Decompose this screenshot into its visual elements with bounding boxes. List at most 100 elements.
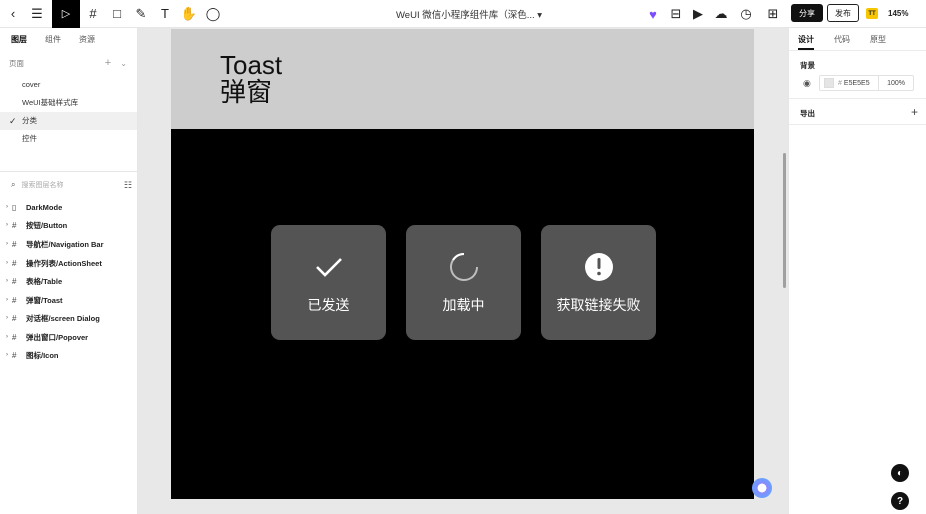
- tab-components[interactable]: 组件: [45, 34, 61, 45]
- share-button[interactable]: 分享: [791, 4, 823, 22]
- toast-error[interactable]: 获取链接失败: [541, 225, 656, 340]
- expand-arrow-icon[interactable]: ›: [0, 241, 12, 247]
- play-icon[interactable]: ▶: [687, 3, 709, 25]
- check-icon: ✓: [9, 116, 17, 126]
- warning-icon: [584, 251, 614, 283]
- tab-code[interactable]: 代码: [834, 34, 850, 45]
- layer-item[interactable]: › # 导航栏/Navigation Bar: [0, 235, 138, 253]
- expand-arrow-icon[interactable]: ›: [0, 315, 12, 321]
- history-icon[interactable]: ◷: [735, 3, 757, 25]
- tab-design[interactable]: 设计: [798, 34, 814, 50]
- layer-item[interactable]: › ▯ DarkMode: [0, 198, 138, 216]
- eye-icon[interactable]: ◉: [803, 78, 811, 89]
- left-panel: 图层 组件 资源 页面 + ⌄ cover WeUI基础样式库 ✓ 分类 控件 ⌕…: [0, 28, 138, 514]
- check-icon: [314, 251, 344, 283]
- frame-icon: #: [12, 239, 17, 249]
- frame-icon: #: [12, 295, 17, 305]
- layer-item[interactable]: › # 弹出窗口/Popover: [0, 328, 138, 346]
- layer-item[interactable]: › # 弹窗/Toast: [0, 291, 138, 309]
- add-export-icon[interactable]: +: [911, 105, 918, 119]
- toast-label: 获取链接失败: [556, 298, 641, 314]
- layer-item[interactable]: › # 图标/Icon: [0, 346, 138, 364]
- frame-icon: #: [12, 220, 17, 230]
- frame-icon: #: [12, 350, 17, 360]
- tab-layers[interactable]: 图层: [11, 34, 27, 45]
- right-tabs: 设计 代码 原型: [789, 28, 926, 50]
- frame-heading-zh: 弹窗: [220, 78, 273, 108]
- divider: [789, 98, 926, 99]
- loading-spinner-icon: [448, 251, 480, 283]
- user-badge[interactable]: TT: [866, 8, 878, 19]
- expand-arrow-icon[interactable]: ›: [0, 297, 12, 303]
- move-tool-icon[interactable]: ▷: [52, 0, 80, 28]
- document-title[interactable]: WeUI 微信小程序组件库（深色... ▾: [396, 7, 542, 21]
- hand-tool-icon[interactable]: ✋: [178, 3, 200, 25]
- layer-item[interactable]: › # 表格/Table: [0, 272, 138, 290]
- frame-tool-icon[interactable]: #: [82, 3, 104, 25]
- upload-icon[interactable]: ☁: [710, 3, 732, 25]
- frame-heading-en: Toast: [220, 50, 283, 80]
- tab-prototype[interactable]: 原型: [870, 34, 886, 45]
- text-tool-icon[interactable]: T: [154, 3, 176, 25]
- canvas[interactable]: Toast 弹窗 已发送 加载中 获取链接失败: [139, 28, 788, 514]
- pen-tool-icon[interactable]: ✎: [130, 3, 152, 25]
- theme-toggle-icon[interactable]: ◐: [891, 464, 909, 482]
- expand-arrow-icon[interactable]: ›: [0, 334, 12, 340]
- expand-arrow-icon[interactable]: ›: [0, 278, 12, 284]
- zoom-level[interactable]: 145%: [888, 9, 908, 18]
- search-icon: ⌕: [11, 180, 16, 189]
- frame-icon: #: [12, 276, 17, 286]
- divider: [0, 171, 138, 172]
- divider: [789, 50, 926, 51]
- expand-arrow-icon[interactable]: ›: [0, 260, 12, 266]
- left-tabs: 图层 组件 资源: [0, 28, 137, 50]
- frame-icon: #: [12, 313, 17, 323]
- layer-item[interactable]: › # 对话框/screen Dialog: [0, 309, 138, 327]
- library-icon[interactable]: ⊟: [665, 3, 687, 25]
- expand-arrow-icon[interactable]: ›: [0, 352, 12, 358]
- plugin-icon[interactable]: ♥: [642, 3, 664, 25]
- layer-search-input[interactable]: ⌕ 搜索图层名称 ☷: [0, 176, 138, 194]
- page-item[interactable]: WeUI基础样式库: [0, 94, 137, 112]
- pages-header: 页面 + ⌄: [0, 54, 137, 72]
- vertical-scrollbar[interactable]: [783, 153, 786, 288]
- divider: [789, 124, 926, 125]
- bg-opacity[interactable]: 100%: [878, 76, 913, 90]
- toast-loading[interactable]: 加载中: [406, 225, 521, 340]
- rectangle-tool-icon[interactable]: □: [106, 3, 128, 25]
- expand-arrow-icon[interactable]: ›: [0, 204, 12, 210]
- layer-item[interactable]: › # 按钮/Button: [0, 216, 138, 234]
- background-color-field[interactable]: # E5E5E5 100%: [819, 75, 914, 91]
- page-item[interactable]: cover: [0, 76, 137, 94]
- frame-header: Toast 弹窗: [171, 29, 754, 129]
- filter-icon[interactable]: ☷: [124, 180, 132, 191]
- toast-success[interactable]: 已发送: [271, 225, 386, 340]
- layer-item[interactable]: › # 操作列表/ActionSheet: [0, 254, 138, 272]
- bg-hex[interactable]: E5E5E5: [844, 80, 870, 87]
- help-icon[interactable]: ?: [891, 492, 909, 510]
- toast-label: 已发送: [307, 298, 350, 314]
- export-label: 导出: [800, 109, 815, 118]
- back-icon[interactable]: ‹: [2, 3, 24, 25]
- collapse-icon[interactable]: ⌄: [120, 59, 127, 68]
- publish-button[interactable]: 发布: [827, 4, 859, 22]
- layout-icon[interactable]: ⊞: [762, 3, 784, 25]
- toolbar: ‹ ☰ ▷ # □ ✎ T ✋ ◯ WeUI 微信小程序组件库（深色... ▾ …: [0, 0, 926, 28]
- pages-label: 页面: [9, 58, 24, 68]
- comment-tool-icon[interactable]: ◯: [202, 3, 224, 25]
- toast-label: 加载中: [442, 298, 485, 314]
- toast-frame[interactable]: Toast 弹窗 已发送 加载中 获取链接失败: [171, 29, 754, 499]
- expand-arrow-icon[interactable]: ›: [0, 222, 12, 228]
- ai-assistant-icon[interactable]: [752, 478, 772, 498]
- page-item[interactable]: 控件: [0, 130, 137, 148]
- add-page-icon[interactable]: +: [105, 57, 111, 69]
- right-panel: 设计 代码 原型 背景 ◉ # E5E5E5 100% 导出 + ◐ ?: [788, 28, 926, 514]
- color-swatch[interactable]: [824, 78, 834, 88]
- menu-icon[interactable]: ☰: [26, 3, 48, 25]
- frame-icon: #: [12, 332, 17, 342]
- frame-icon: #: [12, 258, 17, 268]
- component-icon: ▯: [12, 202, 17, 212]
- page-item-selected[interactable]: ✓ 分类: [0, 112, 137, 130]
- tab-assets[interactable]: 资源: [79, 34, 95, 45]
- background-label: 背景: [800, 61, 815, 70]
